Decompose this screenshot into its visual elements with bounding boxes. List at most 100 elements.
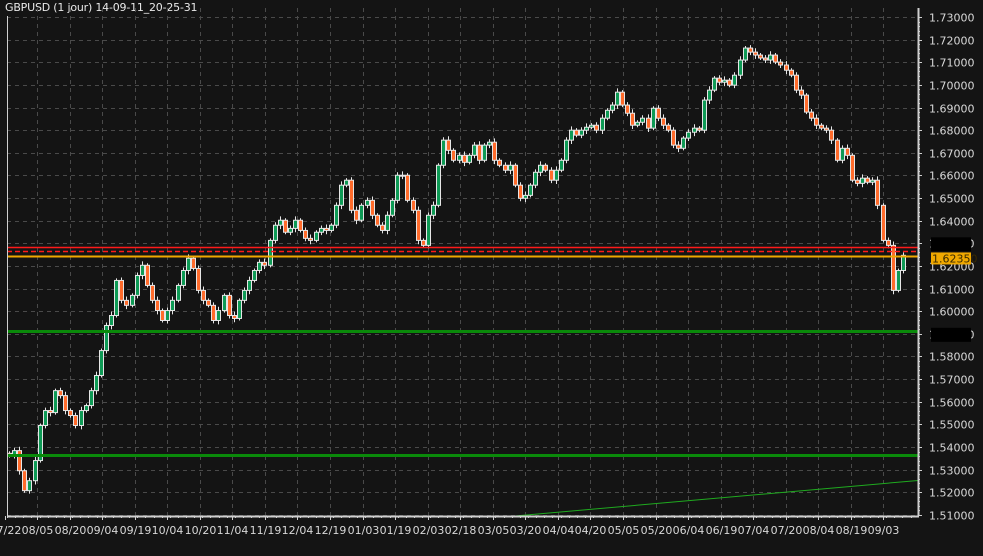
candle-down xyxy=(416,209,421,241)
y-tick-label: 1.70000 xyxy=(929,80,975,93)
candle-down xyxy=(875,179,880,206)
candle-up xyxy=(554,169,559,181)
y-tick-label: 1.52000 xyxy=(929,487,975,500)
candle-up xyxy=(538,164,543,173)
x-tick-label: 11/19 xyxy=(250,524,282,537)
candle-down xyxy=(727,79,732,86)
y-tick-label: 1.61000 xyxy=(929,284,975,297)
candle-down xyxy=(451,149,456,161)
candle-up xyxy=(252,269,257,281)
candle-down xyxy=(630,112,635,126)
candle-up xyxy=(692,127,697,133)
candle-up xyxy=(635,121,640,126)
x-tick-label: 11/04 xyxy=(217,524,249,537)
x-tick-label: 04/04 xyxy=(543,524,575,537)
y-tick-label: 1.56000 xyxy=(929,397,975,410)
candle-up xyxy=(268,239,273,266)
candle-up xyxy=(523,194,528,199)
candle-up xyxy=(528,184,533,196)
candle-down xyxy=(671,129,676,146)
candle-up xyxy=(610,104,615,111)
candle-down xyxy=(308,237,313,241)
candle-up xyxy=(329,224,334,231)
candle-up xyxy=(247,279,252,291)
candle-down xyxy=(206,299,211,306)
candle-down xyxy=(845,147,850,156)
candle-down xyxy=(666,124,671,131)
candle-down xyxy=(809,111,814,119)
candle-up xyxy=(43,410,48,426)
candle-up xyxy=(99,350,104,376)
candle-up xyxy=(359,204,364,221)
candle-down xyxy=(497,159,502,166)
candle-down xyxy=(48,410,53,414)
candle-up xyxy=(385,214,390,231)
y-tick-label: 1.55000 xyxy=(929,419,975,432)
y-tick-label: 1.73000 xyxy=(929,12,975,25)
candle-up xyxy=(732,74,737,86)
candles xyxy=(7,45,906,494)
y-tick-label: 1.54000 xyxy=(929,442,975,455)
x-tick-label: 02/18 xyxy=(445,524,477,537)
candle-down xyxy=(354,209,359,221)
x-tick-label: 12/04 xyxy=(282,524,314,537)
candle-down xyxy=(22,470,27,492)
x-tick-label: 10/04 xyxy=(152,524,184,537)
candle-up xyxy=(395,174,400,201)
x-tick-label: 06/04 xyxy=(673,524,705,537)
candle-down xyxy=(303,229,308,239)
candle-down xyxy=(794,74,799,91)
candle-down xyxy=(543,164,548,171)
candle-up xyxy=(584,126,589,131)
candle-up xyxy=(319,227,324,233)
candle-up xyxy=(640,117,645,123)
candle-up xyxy=(870,179,875,183)
y-tick-label: 1.58000 xyxy=(929,351,975,364)
candle-up xyxy=(600,117,605,131)
candle-up xyxy=(130,294,135,306)
candle-down xyxy=(262,261,267,266)
candle-down xyxy=(477,144,482,161)
x-tick-label: 09/19 xyxy=(120,524,152,537)
candle-down xyxy=(778,61,783,66)
candle-up xyxy=(487,141,492,146)
x-tick-label: 08/05 xyxy=(22,524,54,537)
x-tick-label: 07/22 xyxy=(0,524,21,537)
candle-up xyxy=(314,231,319,241)
candle-up xyxy=(109,315,114,326)
candle-down xyxy=(594,124,599,131)
candle-up xyxy=(176,284,181,301)
candle-down xyxy=(574,129,579,136)
x-tick-label: 06/19 xyxy=(706,524,738,537)
candle-up xyxy=(896,269,901,291)
candle-down xyxy=(697,127,702,131)
candle-down xyxy=(717,77,722,83)
candle-up xyxy=(860,177,865,184)
candle-down xyxy=(513,164,518,186)
candle-down xyxy=(799,89,804,96)
candle-up xyxy=(334,204,339,226)
candle-down xyxy=(160,310,165,321)
candle-down xyxy=(405,174,410,201)
candle-up xyxy=(605,109,610,119)
x-axis-labels: 07/2208/0508/2009/0409/1910/0410/2011/04… xyxy=(0,524,899,537)
candle-down xyxy=(829,129,834,141)
candle-up xyxy=(273,224,278,241)
candle-up xyxy=(681,137,686,149)
candle-up xyxy=(722,79,727,83)
candle-down xyxy=(850,154,855,181)
y-tick-label: 1.64000 xyxy=(929,216,975,229)
trendline xyxy=(514,479,919,517)
x-tick-label: 03/05 xyxy=(478,524,510,537)
current-price-label: 1.62350 xyxy=(932,252,978,265)
candle-up xyxy=(840,147,845,161)
candle-down xyxy=(549,169,554,181)
candle-up xyxy=(559,159,564,171)
candlestick-chart[interactable]: 1.73000 1.72000 1.71000 1.70000 1.69000 1.680… xyxy=(0,0,983,556)
y-tick-label: 1.65000 xyxy=(929,193,975,206)
candle-up xyxy=(441,139,446,166)
candle-up xyxy=(339,184,344,206)
x-tick-label: 04/20 xyxy=(575,524,607,537)
candle-up xyxy=(242,289,247,301)
candle-down xyxy=(150,284,155,301)
